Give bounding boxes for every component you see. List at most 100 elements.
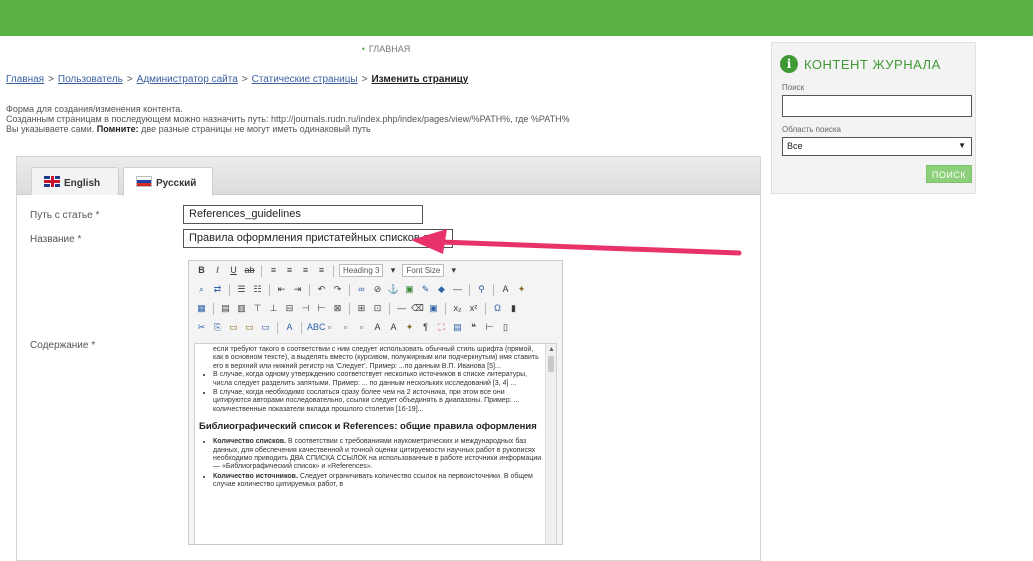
move-forward-icon[interactable]: ▫ (339, 321, 352, 334)
paragraph-icon[interactable]: ¶ (419, 321, 432, 334)
remove-format-icon[interactable]: ⌫ (411, 302, 424, 315)
text-color-icon[interactable]: A (499, 283, 512, 296)
breadcrumb-current[interactable]: Изменить страницу (371, 74, 468, 85)
language-tabs: English Русский (17, 157, 760, 196)
scroll-thumb[interactable] (548, 356, 554, 372)
cut-icon[interactable]: ✂ (195, 321, 208, 334)
spellcheck-icon[interactable]: ABC (307, 321, 326, 334)
image-icon[interactable]: ▣ (403, 283, 416, 296)
font-size-select[interactable]: Font Size (402, 264, 445, 277)
code-icon[interactable]: ◆ (435, 283, 448, 296)
nonbreaking-icon[interactable]: ⊢ (483, 321, 496, 334)
toolbar-separator (485, 302, 486, 315)
search-button[interactable]: ПОИСК (926, 165, 972, 183)
title-input[interactable]: Правила оформления пристатейных списков … (183, 229, 453, 248)
tab-russian-label: Русский (156, 178, 197, 189)
strikethrough-button[interactable]: ab (243, 264, 256, 277)
breadcrumb-static-pages[interactable]: Статические страницы (252, 74, 358, 85)
select-all-icon[interactable]: A (283, 321, 296, 334)
toolbar-separator (269, 283, 270, 296)
align-right-icon[interactable]: ≡ (299, 264, 312, 277)
top-green-bar (0, 0, 1033, 36)
search-scope-select[interactable]: Все ▼ (782, 137, 972, 156)
unlink-icon[interactable]: ⊘ (371, 283, 384, 296)
search-input[interactable] (782, 95, 972, 117)
bold-button[interactable]: B (195, 264, 208, 277)
indent-icon[interactable]: ⇥ (291, 283, 304, 296)
link-icon[interactable]: ∞ (355, 283, 368, 296)
anchor-icon[interactable]: ⚓ (387, 283, 400, 296)
outdent-icon[interactable]: ⇤ (275, 283, 288, 296)
row-before-icon[interactable]: ⊤ (251, 302, 264, 315)
special-char-icon[interactable]: Ω (491, 302, 504, 315)
breadcrumb-separator: > (361, 74, 368, 85)
fullscreen-icon[interactable]: ⛶ (435, 321, 448, 334)
subscript-icon[interactable]: x₂ (451, 302, 464, 315)
align-center-icon[interactable]: ≡ (283, 264, 296, 277)
breadcrumb-home[interactable]: Главная (6, 74, 44, 85)
path-input[interactable]: References_guidelines (183, 205, 423, 224)
blockquote-icon[interactable]: ❝ (467, 321, 480, 334)
absolute-icon[interactable]: A (371, 321, 384, 334)
paste-icon[interactable]: ▭ (227, 321, 240, 334)
table-icon[interactable]: ▦ (195, 302, 208, 315)
style-props-icon[interactable]: A (387, 321, 400, 334)
list-item: Количество источников. Следует ограничив… (213, 473, 542, 490)
underline-button[interactable]: U (227, 264, 240, 277)
sidebar-title: КОНТЕНТ ЖУРНАЛА (804, 56, 941, 72)
superscript-icon[interactable]: x² (467, 302, 480, 315)
align-justify-icon[interactable]: ≡ (315, 264, 328, 277)
merge-cells-icon[interactable]: ⊡ (371, 302, 384, 315)
ru-flag-icon (136, 176, 152, 187)
breadcrumb-user[interactable]: Пользователь (58, 74, 123, 85)
paste-text-icon[interactable]: ▭ (243, 321, 256, 334)
pagebreak-icon[interactable]: ▯ (499, 321, 512, 334)
row-props-icon[interactable]: ▤ (219, 302, 232, 315)
horizontal-rule-icon[interactable]: — (395, 302, 408, 315)
toolbar-separator (349, 283, 350, 296)
hr-icon[interactable]: — (451, 283, 464, 296)
editor-toolbar-row-3: ▦ ▤ ▥ ⊤ ⊥ ⊟ ⊣ ⊢ ⊠ ⊞ ⊡ — ⌫ ▣ x₂ x² Ω ▮ (189, 299, 562, 318)
redo-icon[interactable]: ↷ (331, 283, 344, 296)
content-list: Количество списков. В соответствии с тре… (213, 438, 542, 489)
bg-color-icon[interactable]: ✦ (515, 283, 528, 296)
cleanup-icon[interactable]: ✎ (419, 283, 432, 296)
format-select[interactable]: Heading 3 (339, 264, 384, 277)
editor-scrollbar[interactable]: ▲ (545, 344, 556, 544)
delete-row-icon[interactable]: ⊟ (283, 302, 296, 315)
attribs-icon[interactable]: ✦ (403, 321, 416, 334)
bullet-list-icon[interactable]: ☰ (235, 283, 248, 296)
breadcrumb-site-admin[interactable]: Администратор сайта (137, 74, 238, 85)
media-icon[interactable]: ▮ (507, 302, 520, 315)
tab-english[interactable]: English (31, 167, 119, 195)
align-left-icon[interactable]: ≡ (267, 264, 280, 277)
undo-icon[interactable]: ↶ (315, 283, 328, 296)
split-cells-icon[interactable]: ⊞ (355, 302, 368, 315)
row-after-icon[interactable]: ⊥ (267, 302, 280, 315)
zoom-icon[interactable]: ⚲ (475, 283, 488, 296)
italic-button[interactable]: I (211, 264, 224, 277)
template-icon[interactable]: ▤ (451, 321, 464, 334)
cell-props-icon[interactable]: ▥ (235, 302, 248, 315)
copy-icon[interactable]: ⎘ (211, 321, 224, 334)
toolbar-separator (309, 283, 310, 296)
content-paragraph: если требуют такого в соответствии с ним… (213, 346, 539, 370)
col-after-icon[interactable]: ⊢ (315, 302, 328, 315)
tab-russian[interactable]: Русский (123, 167, 213, 196)
search-label: Поиск (782, 83, 805, 92)
insert-layer-icon[interactable]: ▫ (323, 321, 336, 334)
list-item-bold: Количество списков. (213, 438, 286, 446)
chevron-down-icon[interactable]: ▾ (386, 264, 399, 277)
delete-col-icon[interactable]: ⊠ (331, 302, 344, 315)
editor-content-area[interactable]: если требуют такого в соответствии с ним… (194, 343, 557, 544)
replace-icon[interactable]: ⇄ (211, 283, 224, 296)
move-backward-icon[interactable]: ▫ (355, 321, 368, 334)
visual-aid-icon[interactable]: ▣ (427, 302, 440, 315)
numbered-list-icon[interactable]: ☷ (251, 283, 264, 296)
paste-word-icon[interactable]: ▭ (259, 321, 272, 334)
col-before-icon[interactable]: ⊣ (299, 302, 312, 315)
find-icon[interactable]: ⌕ (195, 283, 208, 296)
nav-home-link[interactable]: ГЛАВНАЯ (369, 44, 410, 54)
scroll-up-icon[interactable]: ▲ (548, 346, 555, 354)
chevron-down-icon[interactable]: ▾ (447, 264, 460, 277)
